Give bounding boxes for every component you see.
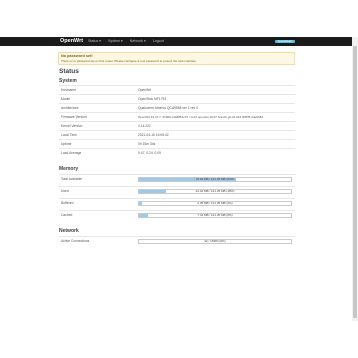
row-label: Buffered	[61, 201, 74, 205]
table-row: Cached 7.43 MB / 121.35 MB (6%)	[59, 210, 295, 219]
menu-network[interactable]: Network ▾	[130, 39, 146, 43]
auto-refresh-button[interactable]: Auto Refresh	[275, 40, 295, 43]
row-label: Local Time	[61, 133, 77, 137]
row-value: OpenWrt 19.07.7 r11306-c4a6851c72 / LuCI…	[138, 115, 263, 119]
row-value: 0h 15m 34s	[138, 142, 156, 146]
table-row: Firmware Version OpenWrt 19.07.7 r11306-…	[59, 112, 295, 121]
table-row: Load Average 0.47, 0.24, 0.09	[59, 148, 295, 157]
row-value: OpenWrt	[138, 88, 152, 92]
page-title: Status	[59, 68, 79, 75]
row-label: Firmware Version	[61, 115, 87, 119]
section-title-network: Network	[59, 228, 79, 234]
table-row: Uptime 0h 15m 34s	[59, 139, 295, 148]
top-navbar: OpenWrt Status ▾ System ▾ Network ▾ Logo…	[0, 37, 352, 46]
progress-text: 78.03 MB / 121.35 MB (64%)	[195, 177, 235, 181]
progress-text: 7.43 MB / 121.35 MB (6%)	[197, 213, 233, 217]
menu-system[interactable]: System ▾	[108, 39, 123, 43]
main-menu: Status ▾ System ▾ Network ▾ Logout	[88, 39, 170, 43]
menu-status[interactable]: Status ▾	[88, 39, 101, 43]
progress-bar: 22.42 MB / 121.35 MB (18%)	[138, 189, 292, 194]
brand-logo[interactable]: OpenWrt	[60, 38, 83, 44]
row-value: 2021-04-15 15:05:02	[138, 133, 169, 137]
table-row: Local Time 2021-04-15 15:05:02	[59, 130, 295, 139]
row-value: Qualcomm Atheros QCA9558 ver 1 rev 0	[138, 106, 198, 110]
row-label: Total Available	[61, 177, 83, 181]
row-label: Architecture	[61, 106, 79, 110]
progress-text: 2.35 MB / 121.35 MB (2%)	[197, 201, 233, 205]
table-row: Kernel Version 4.14.221	[59, 121, 295, 130]
row-label: Load Average	[61, 151, 82, 155]
no-password-alert: No password set! There is no password se…	[58, 52, 295, 65]
section-title-memory: Memory	[59, 166, 79, 172]
table-row: Architecture Qualcomm Atheros QCA9558 ve…	[59, 103, 295, 112]
table-row: Used 22.42 MB / 121.35 MB (18%)	[59, 186, 295, 195]
section-title-system: System	[59, 78, 77, 84]
row-label: Cached	[61, 213, 73, 217]
row-label: Uptime	[61, 142, 72, 146]
progress-bar: 78.03 MB / 121.35 MB (64%)	[138, 177, 292, 182]
alert-title: No password set!	[61, 54, 93, 58]
table-row: Hostname OpenWrt	[59, 85, 295, 94]
progress-bar: 32 / 16384 (0%)	[138, 239, 292, 244]
progress-text: 22.42 MB / 121.35 MB (18%)	[195, 189, 235, 193]
row-label: Hostname	[61, 88, 77, 92]
row-value: OpenStick MF1793	[138, 97, 167, 101]
table-row: Buffered 2.35 MB / 121.35 MB (2%)	[59, 198, 295, 207]
row-label: Kernel Version	[61, 124, 83, 128]
row-value: 4.14.221	[138, 124, 151, 128]
progress-bar: 2.35 MB / 121.35 MB (2%)	[138, 201, 292, 206]
progress-bar: 7.43 MB / 121.35 MB (6%)	[138, 213, 292, 218]
table-row: Model OpenStick MF1793	[59, 94, 295, 103]
row-label: Used	[61, 189, 69, 193]
scrollbar-thumb[interactable]	[353, 46, 357, 318]
alert-text: There is no password set on this router.…	[61, 59, 197, 63]
row-label: Model	[61, 97, 70, 101]
row-value: 0.47, 0.24, 0.09	[138, 151, 161, 155]
table-row: Active Connections 32 / 16384 (0%)	[59, 236, 295, 245]
table-row: Total Available 78.03 MB / 121.35 MB (64…	[59, 174, 295, 183]
menu-logout[interactable]: Logout	[153, 39, 164, 43]
progress-text: 32 / 16384 (0%)	[204, 239, 226, 243]
row-label: Active Connections	[61, 239, 90, 243]
